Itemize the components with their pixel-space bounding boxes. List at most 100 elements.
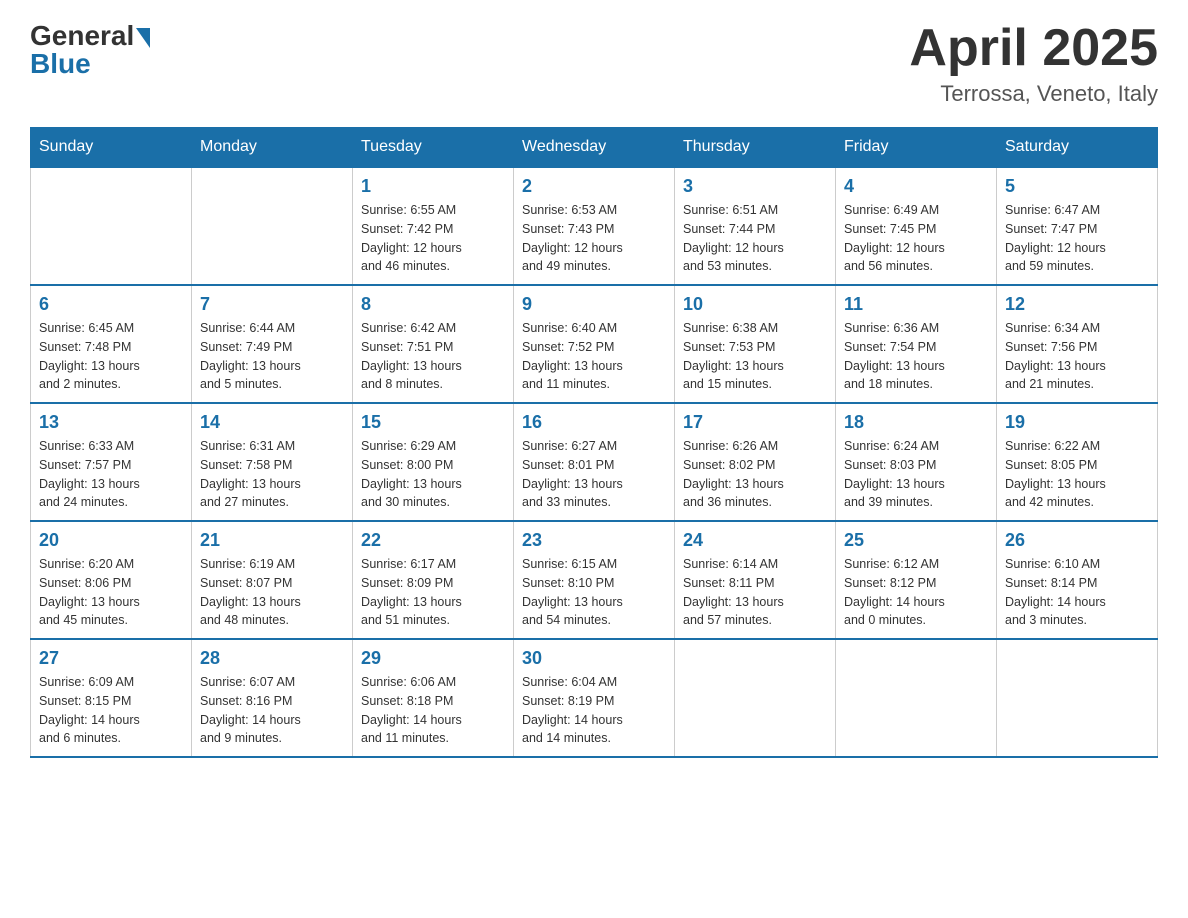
calendar-cell: 22Sunrise: 6:17 AMSunset: 8:09 PMDayligh… <box>353 521 514 639</box>
day-number: 23 <box>522 530 666 551</box>
day-number: 3 <box>683 176 827 197</box>
day-info: Sunrise: 6:14 AMSunset: 8:11 PMDaylight:… <box>683 555 827 630</box>
calendar-cell <box>675 639 836 757</box>
calendar-cell: 4 Sunrise: 6:49 AMSunset: 7:45 PMDaylight… <box>836 167 997 285</box>
calendar-cell <box>836 639 997 757</box>
calendar-cell <box>192 167 353 285</box>
day-of-week-header: Monday <box>192 128 353 168</box>
calendar-cell: 11Sunrise: 6:36 AMSunset: 7:54 PMDayligh… <box>836 285 997 403</box>
day-info: Sunrise: 6:40 AMSunset: 7:52 PMDaylight:… <box>522 319 666 394</box>
calendar-week-row: 27 Sunrise: 6:09 AMSunset: 8:15 PMDayligh… <box>31 639 1158 757</box>
calendar-cell: 13 Sunrise: 6:33 AMSunset: 7:57 PMDayligh… <box>31 403 192 521</box>
day-info: Sunrise: 6:26 AMSunset: 8:02 PMDaylight:… <box>683 437 827 512</box>
calendar-table: SundayMondayTuesdayWednesdayThursdayFrid… <box>30 127 1158 758</box>
day-number: 26 <box>1005 530 1149 551</box>
day-number: 21 <box>200 530 344 551</box>
day-number: 16 <box>522 412 666 433</box>
day-info: Sunrise: 6:49 AMSunset: 7:45 PMDaylight:… <box>844 201 988 276</box>
day-number: 1 <box>361 176 505 197</box>
calendar-cell: 21 Sunrise: 6:19 AMSunset: 8:07 PMDayligh… <box>192 521 353 639</box>
day-of-week-header: Thursday <box>675 128 836 168</box>
day-info: Sunrise: 6:42 AMSunset: 7:51 PMDaylight:… <box>361 319 505 394</box>
calendar-cell: 9 Sunrise: 6:40 AMSunset: 7:52 PMDaylight… <box>514 285 675 403</box>
calendar-cell: 6Sunrise: 6:45 AMSunset: 7:48 PMDaylight… <box>31 285 192 403</box>
day-number: 13 <box>39 412 183 433</box>
calendar-cell: 30 Sunrise: 6:04 AMSunset: 8:19 PMDayligh… <box>514 639 675 757</box>
calendar-cell: 25 Sunrise: 6:12 AMSunset: 8:12 PMDayligh… <box>836 521 997 639</box>
calendar-cell: 15 Sunrise: 6:29 AMSunset: 8:00 PMDayligh… <box>353 403 514 521</box>
day-info: Sunrise: 6:24 AMSunset: 8:03 PMDaylight:… <box>844 437 988 512</box>
day-info: Sunrise: 6:15 AMSunset: 8:10 PMDaylight:… <box>522 555 666 630</box>
day-info: Sunrise: 6:09 AMSunset: 8:15 PMDaylight:… <box>39 673 183 748</box>
day-info: Sunrise: 6:04 AMSunset: 8:19 PMDaylight:… <box>522 673 666 748</box>
day-number: 2 <box>522 176 666 197</box>
day-info: Sunrise: 6:55 AMSunset: 7:42 PMDaylight:… <box>361 201 505 276</box>
calendar-cell <box>997 639 1158 757</box>
calendar-cell: 19Sunrise: 6:22 AMSunset: 8:05 PMDayligh… <box>997 403 1158 521</box>
calendar-week-row: 1 Sunrise: 6:55 AMSunset: 7:42 PMDaylight… <box>31 167 1158 285</box>
title-section: April 2025 Terrossa, Veneto, Italy <box>909 20 1158 107</box>
day-info: Sunrise: 6:29 AMSunset: 8:00 PMDaylight:… <box>361 437 505 512</box>
day-info: Sunrise: 6:51 AMSunset: 7:44 PMDaylight:… <box>683 201 827 276</box>
day-number: 28 <box>200 648 344 669</box>
calendar-cell: 7Sunrise: 6:44 AMSunset: 7:49 PMDaylight… <box>192 285 353 403</box>
calendar-cell: 14Sunrise: 6:31 AMSunset: 7:58 PMDayligh… <box>192 403 353 521</box>
day-info: Sunrise: 6:31 AMSunset: 7:58 PMDaylight:… <box>200 437 344 512</box>
day-info: Sunrise: 6:53 AMSunset: 7:43 PMDaylight:… <box>522 201 666 276</box>
day-of-week-header: Friday <box>836 128 997 168</box>
calendar-cell: 17Sunrise: 6:26 AMSunset: 8:02 PMDayligh… <box>675 403 836 521</box>
day-number: 5 <box>1005 176 1149 197</box>
day-number: 22 <box>361 530 505 551</box>
day-info: Sunrise: 6:47 AMSunset: 7:47 PMDaylight:… <box>1005 201 1149 276</box>
day-number: 30 <box>522 648 666 669</box>
calendar-cell: 28 Sunrise: 6:07 AMSunset: 8:16 PMDayligh… <box>192 639 353 757</box>
calendar-cell: 20Sunrise: 6:20 AMSunset: 8:06 PMDayligh… <box>31 521 192 639</box>
calendar-week-row: 20Sunrise: 6:20 AMSunset: 8:06 PMDayligh… <box>31 521 1158 639</box>
calendar-cell: 2 Sunrise: 6:53 AMSunset: 7:43 PMDaylight… <box>514 167 675 285</box>
day-info: Sunrise: 6:10 AMSunset: 8:14 PMDaylight:… <box>1005 555 1149 630</box>
calendar-cell: 18Sunrise: 6:24 AMSunset: 8:03 PMDayligh… <box>836 403 997 521</box>
calendar-cell: 16 Sunrise: 6:27 AMSunset: 8:01 PMDayligh… <box>514 403 675 521</box>
day-info: Sunrise: 6:27 AMSunset: 8:01 PMDaylight:… <box>522 437 666 512</box>
day-info: Sunrise: 6:19 AMSunset: 8:07 PMDaylight:… <box>200 555 344 630</box>
day-of-week-header: Saturday <box>997 128 1158 168</box>
day-number: 25 <box>844 530 988 551</box>
calendar-cell: 29Sunrise: 6:06 AMSunset: 8:18 PMDayligh… <box>353 639 514 757</box>
calendar-header-row: SundayMondayTuesdayWednesdayThursdayFrid… <box>31 128 1158 168</box>
calendar-week-row: 13 Sunrise: 6:33 AMSunset: 7:57 PMDayligh… <box>31 403 1158 521</box>
calendar-cell: 12Sunrise: 6:34 AMSunset: 7:56 PMDayligh… <box>997 285 1158 403</box>
calendar-cell: 5 Sunrise: 6:47 AMSunset: 7:47 PMDaylight… <box>997 167 1158 285</box>
day-info: Sunrise: 6:12 AMSunset: 8:12 PMDaylight:… <box>844 555 988 630</box>
day-number: 15 <box>361 412 505 433</box>
logo-triangle-icon <box>136 28 150 48</box>
logo: General Blue <box>30 20 150 80</box>
day-number: 9 <box>522 294 666 315</box>
day-info: Sunrise: 6:33 AMSunset: 7:57 PMDaylight:… <box>39 437 183 512</box>
logo-blue: Blue <box>30 48 150 80</box>
calendar-cell: 3 Sunrise: 6:51 AMSunset: 7:44 PMDaylight… <box>675 167 836 285</box>
day-number: 20 <box>39 530 183 551</box>
day-number: 4 <box>844 176 988 197</box>
calendar-week-row: 6Sunrise: 6:45 AMSunset: 7:48 PMDaylight… <box>31 285 1158 403</box>
day-info: Sunrise: 6:22 AMSunset: 8:05 PMDaylight:… <box>1005 437 1149 512</box>
day-of-week-header: Wednesday <box>514 128 675 168</box>
calendar-cell: 1 Sunrise: 6:55 AMSunset: 7:42 PMDaylight… <box>353 167 514 285</box>
page-header: General Blue April 2025 Terrossa, Veneto… <box>30 20 1158 107</box>
day-info: Sunrise: 6:06 AMSunset: 8:18 PMDaylight:… <box>361 673 505 748</box>
day-info: Sunrise: 6:44 AMSunset: 7:49 PMDaylight:… <box>200 319 344 394</box>
day-number: 6 <box>39 294 183 315</box>
day-number: 27 <box>39 648 183 669</box>
calendar-cell: 10 Sunrise: 6:38 AMSunset: 7:53 PMDayligh… <box>675 285 836 403</box>
calendar-cell: 8 Sunrise: 6:42 AMSunset: 7:51 PMDaylight… <box>353 285 514 403</box>
calendar-cell: 26 Sunrise: 6:10 AMSunset: 8:14 PMDayligh… <box>997 521 1158 639</box>
day-number: 8 <box>361 294 505 315</box>
calendar-cell: 24 Sunrise: 6:14 AMSunset: 8:11 PMDayligh… <box>675 521 836 639</box>
day-number: 10 <box>683 294 827 315</box>
day-info: Sunrise: 6:07 AMSunset: 8:16 PMDaylight:… <box>200 673 344 748</box>
day-info: Sunrise: 6:38 AMSunset: 7:53 PMDaylight:… <box>683 319 827 394</box>
calendar-cell: 23 Sunrise: 6:15 AMSunset: 8:10 PMDayligh… <box>514 521 675 639</box>
day-of-week-header: Tuesday <box>353 128 514 168</box>
day-number: 24 <box>683 530 827 551</box>
day-info: Sunrise: 6:34 AMSunset: 7:56 PMDaylight:… <box>1005 319 1149 394</box>
calendar-cell <box>31 167 192 285</box>
